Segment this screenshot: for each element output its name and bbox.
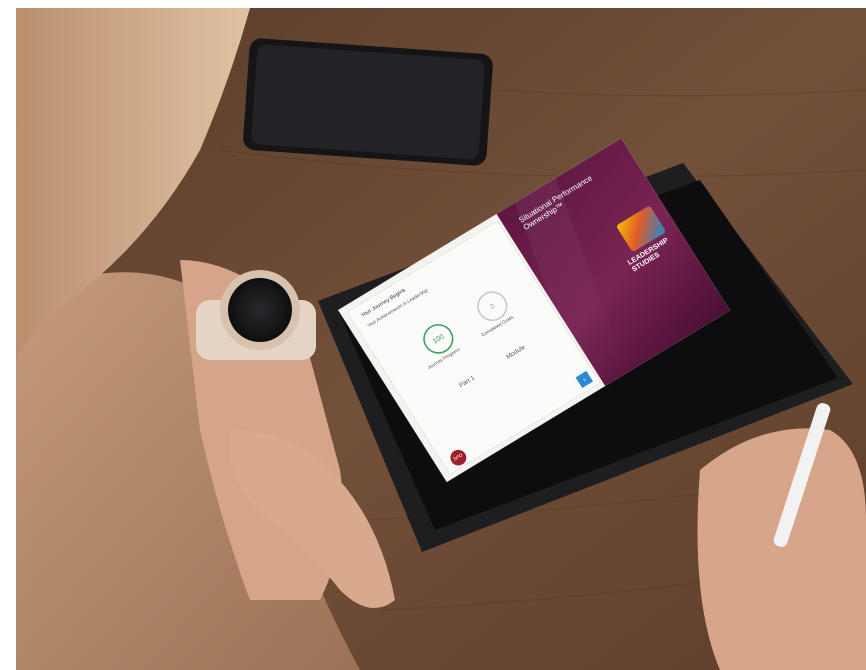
module-label: Module [504,343,527,361]
chevron-right-icon[interactable]: › [575,370,594,389]
right-hand [697,428,866,670]
part-label: Part 1 [457,374,476,389]
smartphone [243,38,493,166]
spo-badge[interactable]: SPO [447,446,470,469]
